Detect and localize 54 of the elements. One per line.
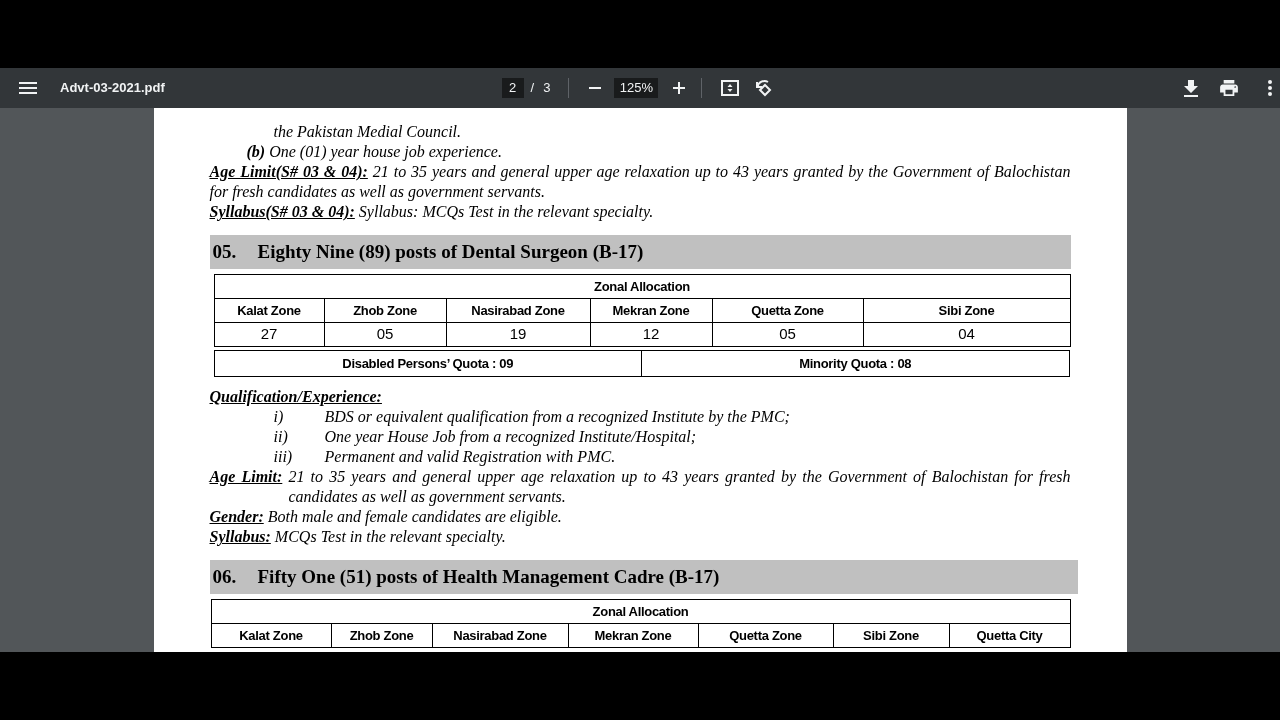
list-numeral: iii) [273,447,294,467]
download-icon [1184,79,1198,97]
section-number: 05. [211,239,238,264]
column-header-cell: Kalat Zone [211,623,331,648]
more-icon [1268,80,1272,96]
section-title: Fifty One (51) posts of Health Management Cadre (B-17) [257,564,720,589]
column-header-cell: Quetta Zone [712,298,863,323]
column-header-cell: Mekran Zone [590,298,712,323]
requirement-paragraph: Syllabus: MCQs Test in the relevant specialty. [209,527,507,547]
column-header-cell: Nasirabad Zone [432,623,568,648]
list-numeral: i) [273,407,285,427]
column-header-cell: Sibi Zone [863,298,1070,323]
table-cell: 05 [712,322,863,347]
column-header-cell: Zhob Zone [331,623,432,648]
column-header-cell: Kalat Zone [214,298,324,323]
requirement-paragraph: Age Limit: 21 to 35 years and general upper age relaxation up to 43 years granted by the Government of Balochistan for fresh candidates as well as government servants. [209,467,1071,507]
table-cell: 04 [863,322,1070,347]
column-header-cell: Quetta City [949,623,1071,648]
page-separator: / [530,79,535,98]
list-item-text: BDS or equivalent qualification from a recognized Institute by the PMC; [324,407,790,427]
list-item-text: Permanent and valid Registration with PMC. [324,447,616,467]
paragraph-text: the Pakistan Medial Council. [272,122,463,142]
menu-icon [19,82,37,94]
section-title: Eighty Nine (89) posts of Dental Surgeon (B-17) [257,239,644,264]
table-title-cell: Zonal Allocation [214,274,1070,299]
requirement-paragraph: Age Limit(S# 03 & 04): 21 to 35 years and general upper age relaxation up to 43 years granted by the Government of Balochistan for fresh candidates as well as government servants. [209,162,1071,202]
column-header-cell: Quetta Zone [698,623,833,648]
requirement-paragraph: Gender: Both male and female candidates are eligible. [209,507,563,527]
minus-icon [589,87,602,89]
section-number: 06. [211,564,238,589]
table-cell: 19 [446,322,590,347]
quota-cell: Disabled Persons’ Quota : 09 [213,350,642,377]
list-item-text: One year House Job from a recognized Institute/Hospital; [324,427,697,447]
column-header-cell: Nasirabad Zone [446,298,590,323]
table-cell: 27 [214,322,324,347]
print-icon [1220,80,1238,96]
page-number-field[interactable]: 2 [501,78,524,98]
list-numeral: ii) [273,427,289,447]
requirement-paragraph: Syllabus(S# 03 & 04): Syllabus: MCQs Test in the relevant specialty. [209,202,655,222]
document-title: Advt-03-2021.pdf [60,79,165,98]
zoom-level-field[interactable]: 125% [614,78,659,98]
column-header-cell: Mekran Zone [568,623,698,648]
rotate-icon [755,79,774,97]
column-header-cell: Sibi Zone [833,623,949,648]
quota-cell: Minority Quota : 08 [642,350,1070,377]
fit-page-icon [721,80,740,96]
sub-item-text: (b) One (01) year house job experience. [245,142,503,162]
subsection-heading: Qualification/Experience: [209,387,383,407]
table-title-cell: Zonal Allocation [211,599,1071,624]
column-header-cell: Zhob Zone [324,298,446,323]
table-cell: 12 [590,322,712,347]
page-count: 3 [543,79,551,98]
table-cell: 05 [324,322,446,347]
plus-icon [673,82,686,94]
